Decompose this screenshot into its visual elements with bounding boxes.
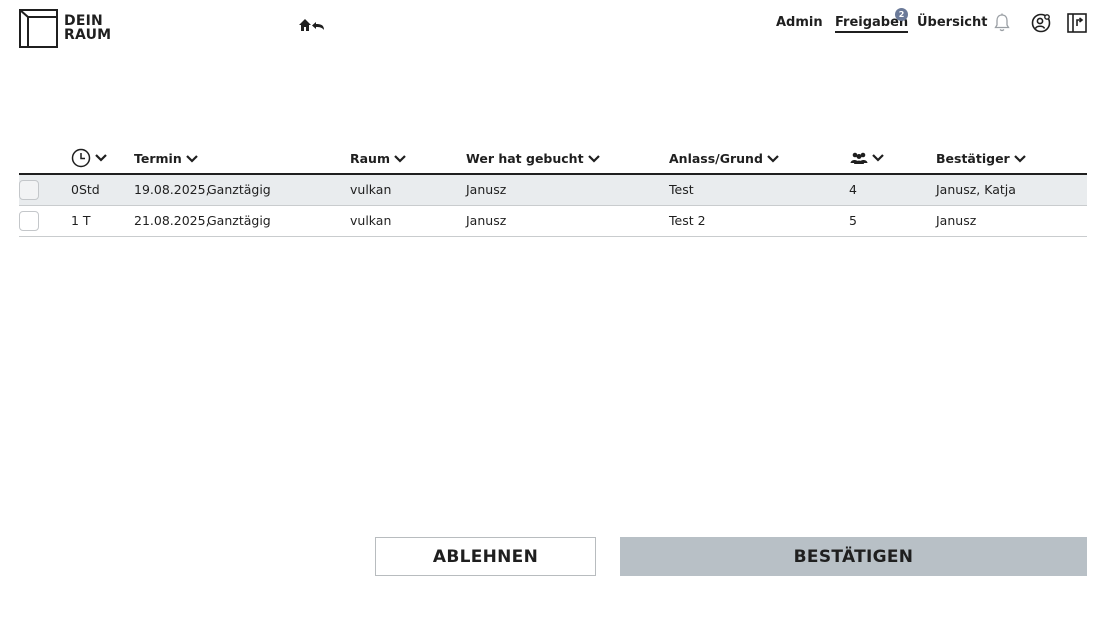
chevron-down-icon — [185, 154, 198, 163]
chevron-down-icon — [394, 154, 406, 163]
table-header: Termin Raum Wer hat gebucht Anlass/Grund — [19, 148, 1087, 175]
header-raum: Raum — [350, 151, 390, 166]
cell-persons: 4 — [849, 182, 857, 197]
cell-duration: 1 T — [71, 213, 91, 228]
logo-text: DEIN RAUM — [64, 14, 111, 42]
sort-duration-header[interactable] — [71, 148, 108, 168]
row-checkbox[interactable] — [19, 211, 39, 231]
logout-icon — [1067, 13, 1087, 33]
sort-bestaetiger-header[interactable]: Bestätiger — [936, 151, 1027, 166]
header-wer: Wer hat gebucht — [466, 151, 584, 166]
nav-admin[interactable]: Admin — [776, 15, 823, 30]
cell-room: vulkan — [350, 182, 392, 197]
row-checkbox[interactable] — [19, 180, 39, 200]
chevron-down-icon — [872, 154, 884, 162]
user-gear-icon — [1031, 13, 1051, 33]
chevron-down-icon — [95, 154, 107, 162]
notifications-button[interactable] — [991, 12, 1013, 34]
cell-date: 21.08.2025, — [134, 213, 210, 228]
cell-time: Ganztägig — [207, 213, 271, 228]
cell-booker: Janusz — [466, 182, 507, 197]
logo-mark-icon — [19, 9, 58, 48]
cell-room: vulkan — [350, 213, 392, 228]
table-row[interactable]: 0Std 19.08.2025, Ganztägig vulkan Janusz… — [19, 175, 1087, 206]
sort-wer-header[interactable]: Wer hat gebucht — [466, 151, 601, 166]
sort-anlass-header[interactable]: Anlass/Grund — [669, 151, 780, 166]
confirm-button[interactable]: BESTÄTIGEN — [620, 537, 1087, 576]
approvals-count-badge: 2 — [895, 8, 908, 21]
table-row[interactable]: 1 T 21.08.2025, Ganztägig vulkan Janusz … — [19, 206, 1087, 237]
cell-reason: Test 2 — [669, 213, 706, 228]
approvals-table: Termin Raum Wer hat gebucht Anlass/Grund — [19, 148, 1087, 237]
bell-icon — [994, 13, 1010, 32]
cell-booker: Janusz — [466, 213, 507, 228]
header-termin: Termin — [134, 151, 182, 166]
user-settings-button[interactable] — [1030, 12, 1052, 34]
header-bestaetiger: Bestätiger — [936, 151, 1010, 166]
home-back-button[interactable] — [298, 15, 330, 35]
cell-approvers: Janusz — [936, 213, 977, 228]
home-back-icon — [299, 19, 324, 31]
cell-date: 19.08.2025, — [134, 182, 210, 197]
clock-icon — [71, 148, 91, 168]
logo-line-1: DEIN — [64, 13, 103, 29]
logo[interactable]: DEIN RAUM — [19, 9, 119, 49]
cell-reason: Test — [669, 182, 694, 197]
chevron-down-icon — [767, 154, 779, 163]
cell-duration: 0Std — [71, 182, 100, 197]
app-header: DEIN RAUM Admin Freigaben 2 Übersicht — [0, 0, 1101, 60]
cell-approvers: Janusz, Katja — [936, 182, 1016, 197]
sort-termin-header[interactable]: Termin — [134, 151, 199, 166]
cell-time: Ganztägig — [207, 182, 271, 197]
sort-persons-header[interactable] — [850, 151, 885, 165]
logout-button[interactable] — [1066, 12, 1088, 34]
chevron-down-icon — [587, 154, 600, 163]
people-icon — [850, 152, 868, 164]
nav-overview[interactable]: Übersicht — [917, 15, 987, 30]
logo-line-2: RAUM — [64, 27, 112, 43]
reject-button[interactable]: ABLEHNEN — [375, 537, 596, 576]
sort-raum-header[interactable]: Raum — [350, 151, 407, 166]
header-anlass: Anlass/Grund — [669, 151, 763, 166]
cell-persons: 5 — [849, 213, 857, 228]
chevron-down-icon — [1013, 154, 1026, 163]
